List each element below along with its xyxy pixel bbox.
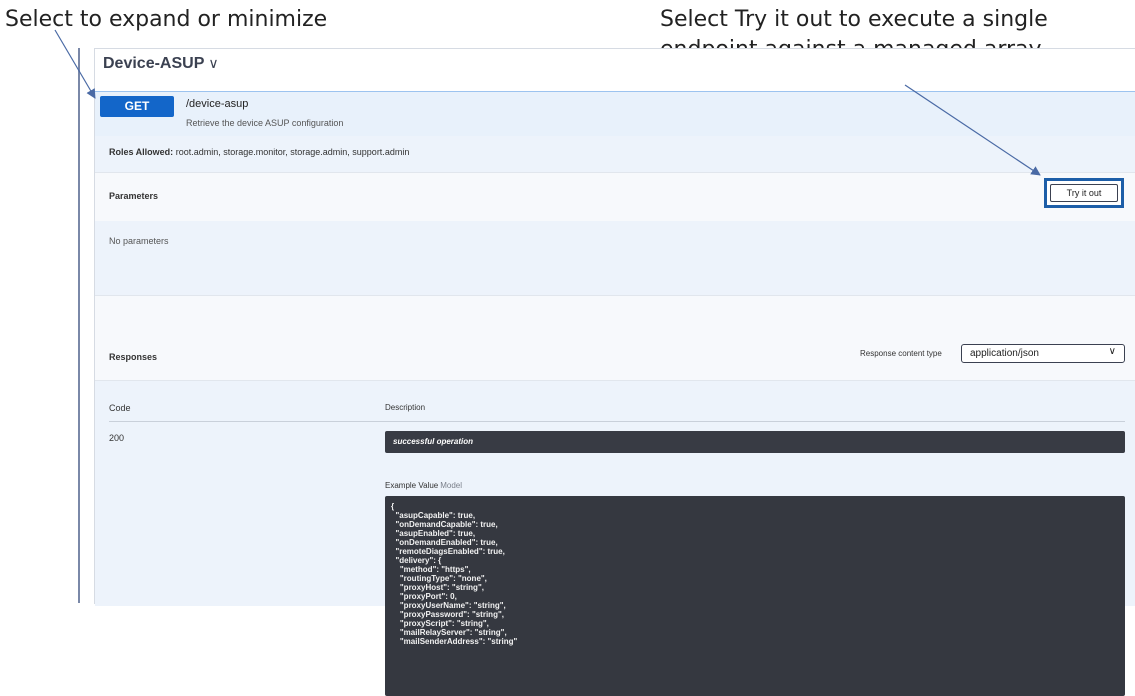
roles-label: Roles Allowed: xyxy=(109,147,174,157)
code-line: "onDemandEnabled": true, xyxy=(391,538,498,547)
code-line: "delivery": { xyxy=(391,556,442,565)
code-line: "proxyUserName": "string", xyxy=(391,601,506,610)
code-line: "proxyPassword": "string", xyxy=(391,610,504,619)
column-code-header: Code xyxy=(109,403,131,413)
code-line: "onDemandCapable": true, xyxy=(391,520,498,529)
response-description-box: successful operation xyxy=(385,431,1125,453)
code-line: "remoteDiagsEnabled": true, xyxy=(391,547,505,556)
roles-allowed: Roles Allowed: root.admin, storage.monit… xyxy=(109,147,409,157)
api-section-panel: Device-ASUP ∨ GET /device-asup Retrieve t… xyxy=(94,48,1135,696)
code-line: "asupEnabled": true, xyxy=(391,529,476,538)
chevron-down-icon[interactable]: ∨ xyxy=(208,55,218,72)
no-parameters-text: No parameters xyxy=(109,236,169,246)
operation-body: Roles Allowed: root.admin, storage.monit… xyxy=(95,136,1135,696)
code-line: "mailSenderAddress": "string" xyxy=(391,637,518,646)
try-it-out-highlight: Try it out xyxy=(1044,178,1124,208)
parameters-title: Parameters xyxy=(109,191,159,201)
operation-path: /device-asup xyxy=(186,98,249,110)
code-line: "proxyHost": "string", xyxy=(391,583,484,592)
response-content-type-select[interactable]: application/json ∨ xyxy=(961,344,1125,363)
response-code: 200 xyxy=(109,433,125,443)
code-line: "method": "https", xyxy=(391,565,471,574)
response-description: successful operation xyxy=(393,437,474,446)
column-description-header: Description xyxy=(385,403,426,412)
section-toggle[interactable]: Device-ASUP ∨ xyxy=(103,55,219,73)
method-badge: GET xyxy=(100,96,174,117)
parameters-bar: Parameters Try it out xyxy=(95,172,1135,221)
operation-header[interactable]: GET /device-asup Retrieve the device ASU… xyxy=(95,91,1135,137)
code-line: "proxyScript": "string", xyxy=(391,619,489,628)
code-line: "proxyPort": 0, xyxy=(391,592,457,601)
callout-try-it-out-line1: Select Try it out to execute a single xyxy=(660,7,1048,32)
responses-title: Responses xyxy=(109,352,158,362)
example-value-tab[interactable]: Example Value xyxy=(385,481,438,490)
code-line: { xyxy=(391,502,395,511)
responses-bar: Responses Response content type applicat… xyxy=(95,295,1135,381)
try-it-out-button[interactable]: Try it out xyxy=(1050,184,1118,202)
roles-value: root.admin, storage.monitor, storage.adm… xyxy=(175,147,410,157)
header-divider xyxy=(109,421,1125,422)
callout-expand: Select to expand or minimize xyxy=(5,7,328,32)
model-tab[interactable]: Model xyxy=(440,481,462,490)
code-line: "mailRelayServer": "string", xyxy=(391,628,507,637)
code-line: "asupCapable": true, xyxy=(391,511,476,520)
code-line: "routingType": "none", xyxy=(391,574,487,583)
example-value-label: Example Value Model xyxy=(385,481,462,490)
chevron-down-icon: ∨ xyxy=(1108,346,1116,357)
response-content-type-label: Response content type xyxy=(860,349,942,358)
operation-summary: Retrieve the device ASUP configuration xyxy=(186,118,344,128)
example-code-block: { "asupCapable": true, "onDemandCapable"… xyxy=(385,496,1125,696)
section-title: Device-ASUP xyxy=(103,55,205,72)
response-content-type-value: application/json xyxy=(970,348,1039,359)
